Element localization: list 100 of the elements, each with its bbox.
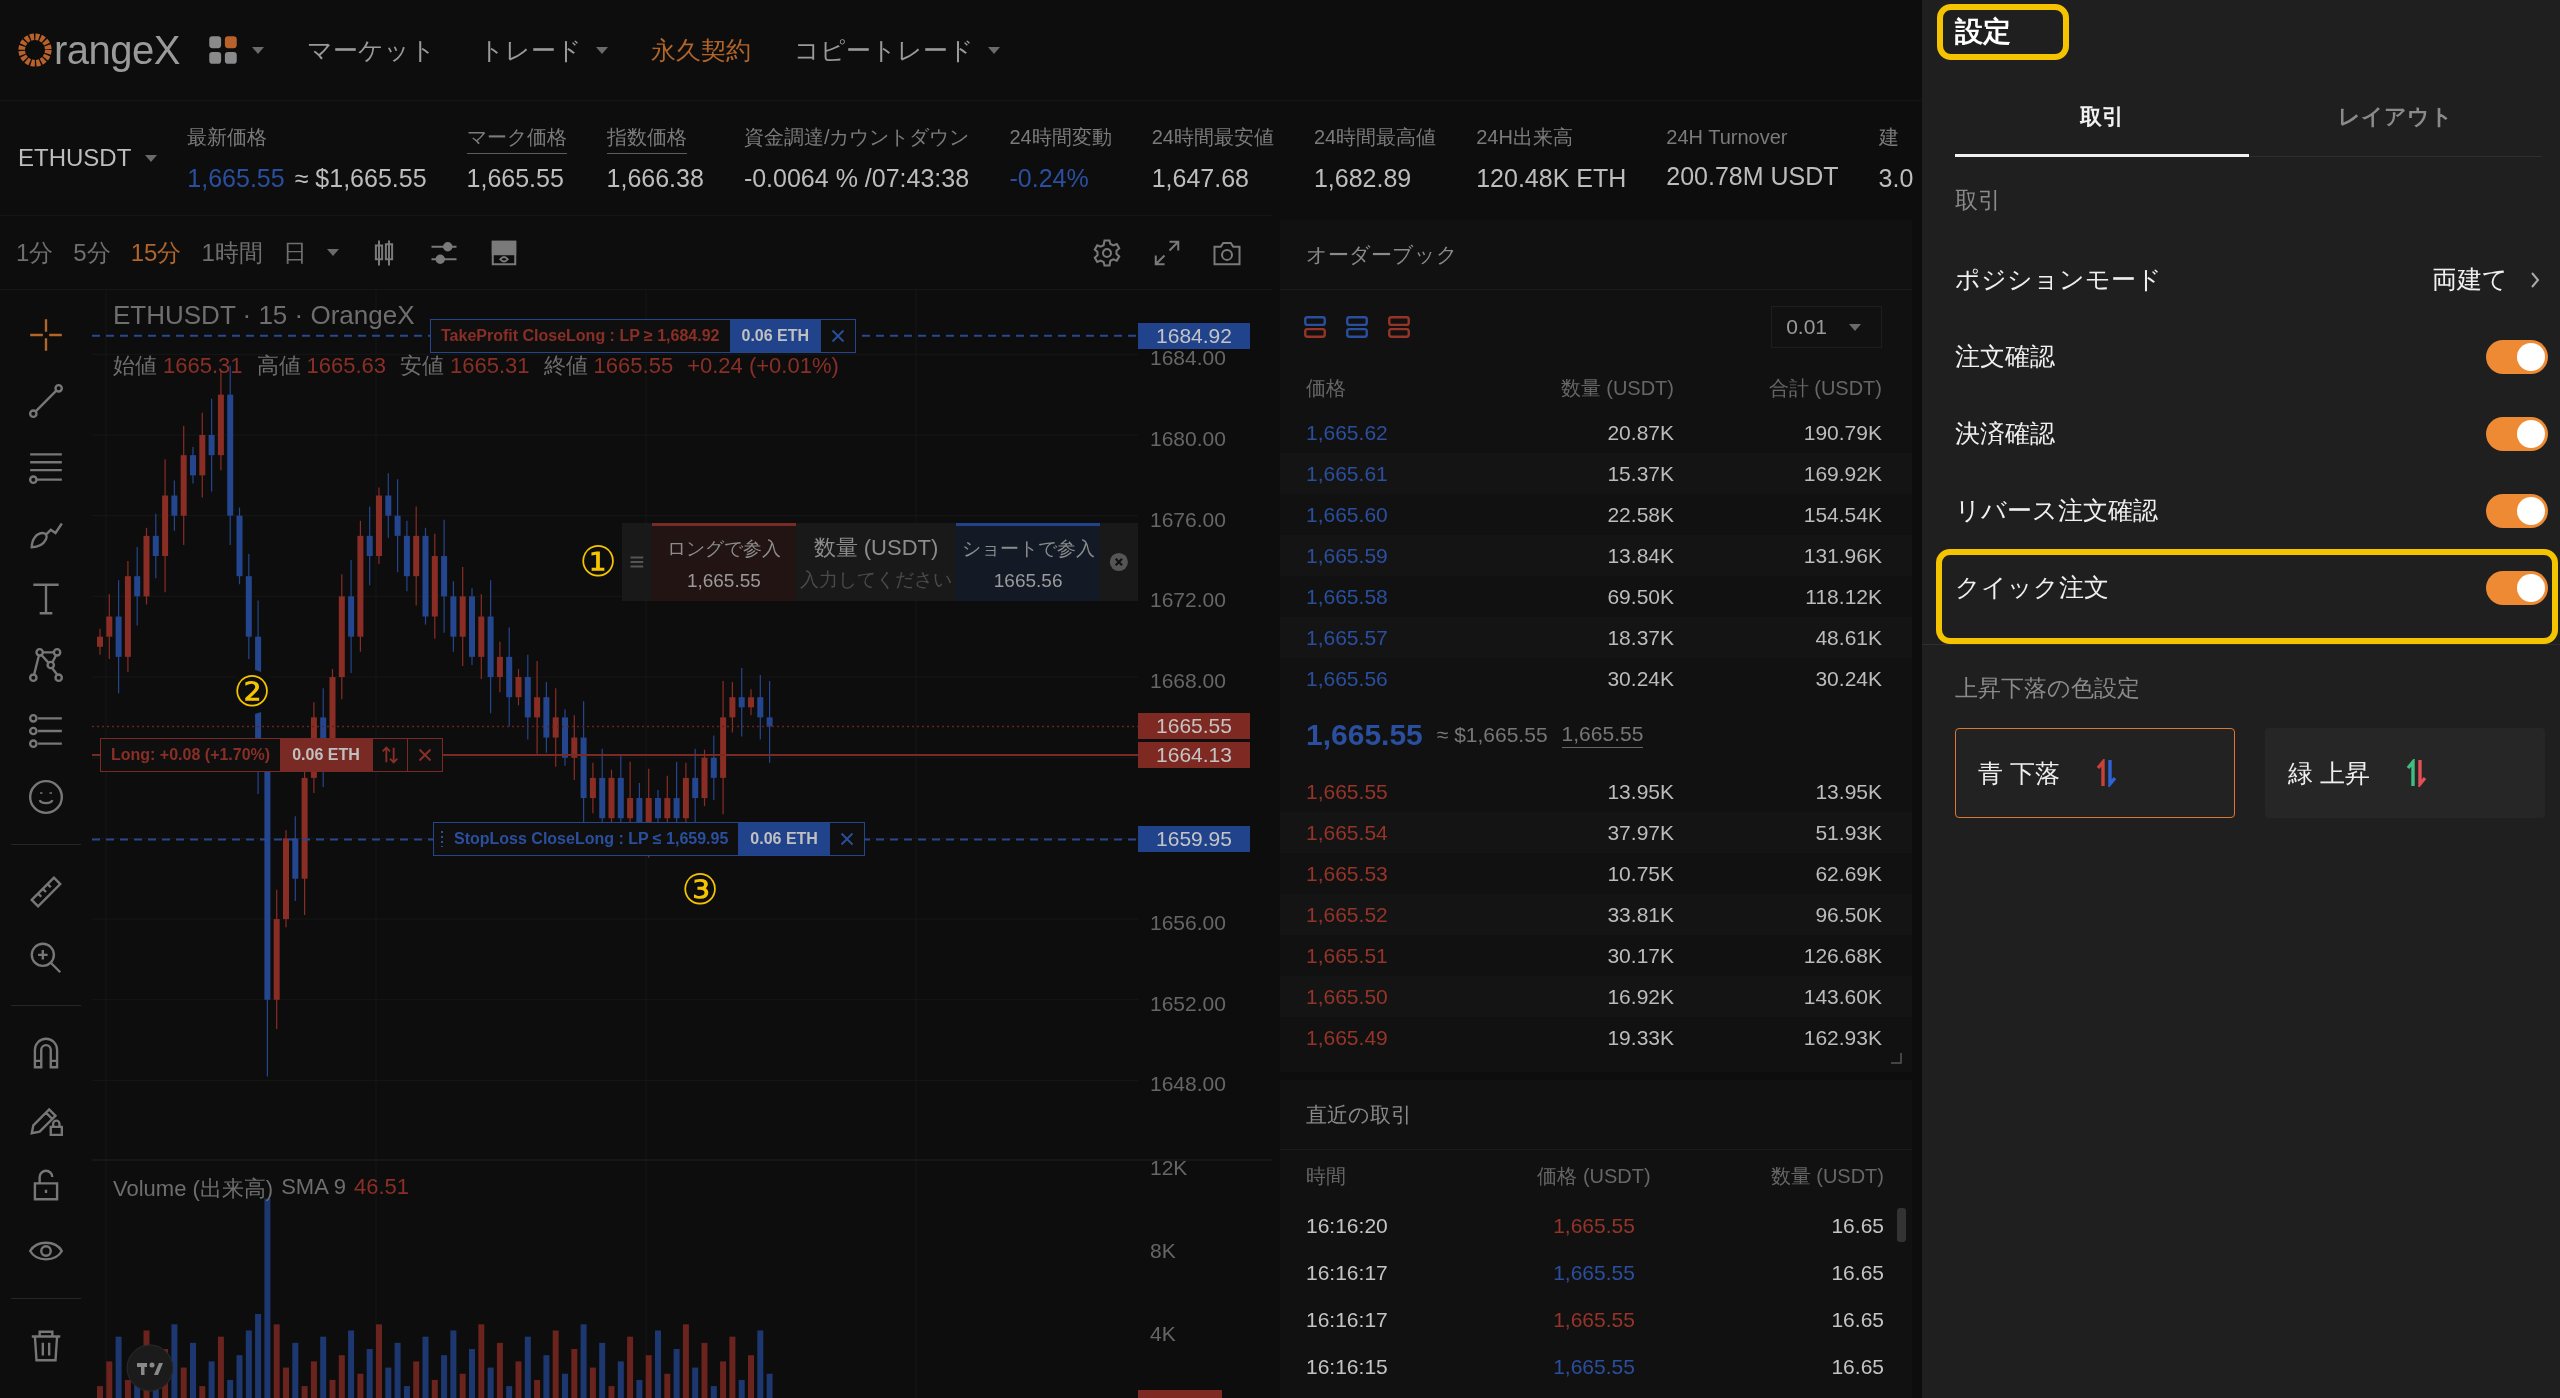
table-cell-text: 16.65 <box>1830 1307 1884 1332</box>
nav-link[interactable]: トレード <box>479 33 608 67</box>
last-price-tag: 1665.55 <box>1138 713 1250 740</box>
settings-tab[interactable]: 取引 <box>1955 80 2249 157</box>
table-cell-text: 15.37K <box>1606 461 1674 486</box>
panel-header: 直近の取引 <box>1280 1080 1912 1150</box>
caret-icon[interactable] <box>252 46 264 54</box>
price-cell[interactable]: 1,665.51 <box>1306 943 1494 968</box>
stat-value: 200.78M USDT <box>1666 161 1839 191</box>
smiley-icon[interactable] <box>27 778 65 816</box>
interval-tab[interactable]: 5分 <box>73 236 111 269</box>
precision-select[interactable]: 0.01 <box>1771 306 1882 348</box>
axis-label: 8K <box>1150 1239 1176 1263</box>
order-line-label[interactable]: TakeProfit CloseLong : LP ≥ 1,684.92 0.06 ETH <box>430 318 857 353</box>
price-cell[interactable]: 1,665.61 <box>1306 461 1494 486</box>
apps-grid-icon[interactable] <box>208 35 238 65</box>
order-line-label[interactable]: Long: +0.08 (+1.70%) 0.06 ETH <box>100 738 443 773</box>
scrollbar-thumb[interactable] <box>1897 1208 1906 1242</box>
caret-icon[interactable] <box>326 249 339 256</box>
resize-handle-icon[interactable] <box>1890 1052 1902 1064</box>
order-book-layout-icon[interactable] <box>1386 314 1412 340</box>
toggle-switch[interactable] <box>2486 416 2548 451</box>
settings-icon[interactable] <box>1092 237 1122 268</box>
stat-label: マーク価格 <box>466 123 567 154</box>
color-option[interactable]: 緑 上昇 <box>2265 728 2545 818</box>
nav-link[interactable]: コピートレード <box>794 33 1000 67</box>
stat-label: 24時間最高値 <box>1313 124 1437 150</box>
price-cell[interactable]: 1,665.52 <box>1306 902 1494 927</box>
price-cell[interactable]: 1,665.54 <box>1306 820 1494 845</box>
axis-label: 1672.00 <box>1150 588 1226 613</box>
table-cell-text: 69.50K <box>1606 584 1674 609</box>
panel-header: オーダーブック <box>1280 220 1912 290</box>
table-cell-text: 16.92K <box>1606 984 1674 1009</box>
interval-tab[interactable]: 1時間 <box>201 236 263 269</box>
interval-tab[interactable]: 1分 <box>16 236 54 269</box>
table-cell-text: 16:16:17 <box>1306 1307 1389 1332</box>
price-cell[interactable]: 1,665.58 <box>1306 584 1494 609</box>
fib-lines-icon[interactable] <box>27 712 65 750</box>
order-line-label[interactable]: StopLoss CloseLong : LP ≤ 1,659.95 0.06 ETH <box>433 822 865 857</box>
table-cell-text: 13.95K <box>1606 779 1674 804</box>
indicator-value: 46.51 <box>353 1174 410 1201</box>
setting-label: リバース注文確認 <box>1955 495 2158 526</box>
table-cell-text: 10.75K <box>1606 861 1674 886</box>
chart-logo-icon[interactable] <box>126 1344 174 1392</box>
interval-tab[interactable]: 15分 <box>130 236 182 269</box>
nav-link[interactable]: マーケット <box>307 33 436 67</box>
color-option[interactable]: 青 下落 <box>1955 728 2235 818</box>
column-header: 合計 (USDT) <box>1767 375 1882 401</box>
long-button[interactable]: ロングで参入 1,665.55 <box>651 523 796 601</box>
stat-value: 1,665.55 <box>187 163 285 193</box>
stat-value: -0.24% <box>1009 163 1089 193</box>
interval-tab[interactable]: 日 <box>282 236 307 269</box>
axis-label: 4K <box>1150 1322 1176 1346</box>
indicator-label: SMA 9 <box>281 1174 346 1201</box>
select-value[interactable]: 両建て <box>2432 263 2548 296</box>
table-cell-text: 16.65 <box>1830 1213 1884 1238</box>
nav-link[interactable]: 永久契約 <box>651 33 751 67</box>
price-cell[interactable]: 1,665.49 <box>1306 1025 1494 1050</box>
order-book-layout-icon[interactable] <box>1302 314 1328 340</box>
toggle-switch[interactable] <box>2486 570 2548 605</box>
short-button[interactable]: ショートで参入 1665.56 <box>956 523 1101 601</box>
chevron-right-icon <box>2530 270 2540 289</box>
order-size: 0.06 ETH <box>280 739 372 772</box>
order-book-layout-icon[interactable] <box>1344 314 1370 340</box>
trend-line-icon[interactable] <box>27 382 65 420</box>
last-price: 1,665.55 <box>1306 718 1423 752</box>
stat-value: 1,682.89 <box>1313 163 1412 193</box>
price-cell[interactable]: 1,665.62 <box>1306 420 1494 445</box>
stat-value: -0.0064 % /07:43:38 <box>743 163 970 193</box>
ohlc-change: +0.24 (+0.01%) <box>687 354 839 378</box>
table-cell-text: 16:16:20 <box>1306 1213 1389 1238</box>
order-line-text: Long: +0.08 (+1.70%) <box>110 745 272 766</box>
stat-label: 24時間最安値 <box>1151 124 1274 150</box>
pattern-icon[interactable] <box>27 646 65 684</box>
price-cell[interactable]: 1,665.53 <box>1306 861 1494 886</box>
table-cell-text: 48.61K <box>1814 625 1882 650</box>
price-cell[interactable]: 1,665.57 <box>1306 625 1494 650</box>
price-cell[interactable]: 1,665.60 <box>1306 502 1494 527</box>
crosshair-icon[interactable] <box>27 316 65 354</box>
close-icon[interactable] <box>1108 551 1130 573</box>
ohlc-value: 1665.63 <box>306 354 387 378</box>
drag-handle-icon[interactable] <box>440 829 444 850</box>
ohlc-label: 高値 <box>256 354 301 378</box>
setting-label: ポジションモード <box>1955 264 2162 295</box>
price-cell[interactable]: 1,665.55 <box>1306 779 1494 804</box>
toggle-switch[interactable] <box>2486 339 2548 374</box>
table-cell-text: 162.93K <box>1802 1025 1882 1050</box>
section-label: 上昇下落の色設定 <box>1954 674 2140 703</box>
logo-text: rangeX <box>54 30 180 70</box>
symbol-selector[interactable]: ETHUSDT <box>18 144 158 172</box>
toggle-switch[interactable] <box>2486 493 2548 528</box>
order-line-text: StopLoss CloseLong : LP ≤ 1,659.95 <box>453 829 730 850</box>
settings-tab[interactable]: レイアウト <box>2248 80 2542 157</box>
setting-label: 決済確認 <box>1955 418 2055 449</box>
price-cell[interactable]: 1,665.50 <box>1306 984 1494 1009</box>
stat-value: 1,666.38 <box>606 163 704 193</box>
table-cell-text: 30.17K <box>1606 943 1674 968</box>
price-cell[interactable]: 1,665.56 <box>1306 666 1494 691</box>
ruler-icon[interactable] <box>27 873 65 911</box>
price-cell[interactable]: 1,665.59 <box>1306 543 1494 568</box>
